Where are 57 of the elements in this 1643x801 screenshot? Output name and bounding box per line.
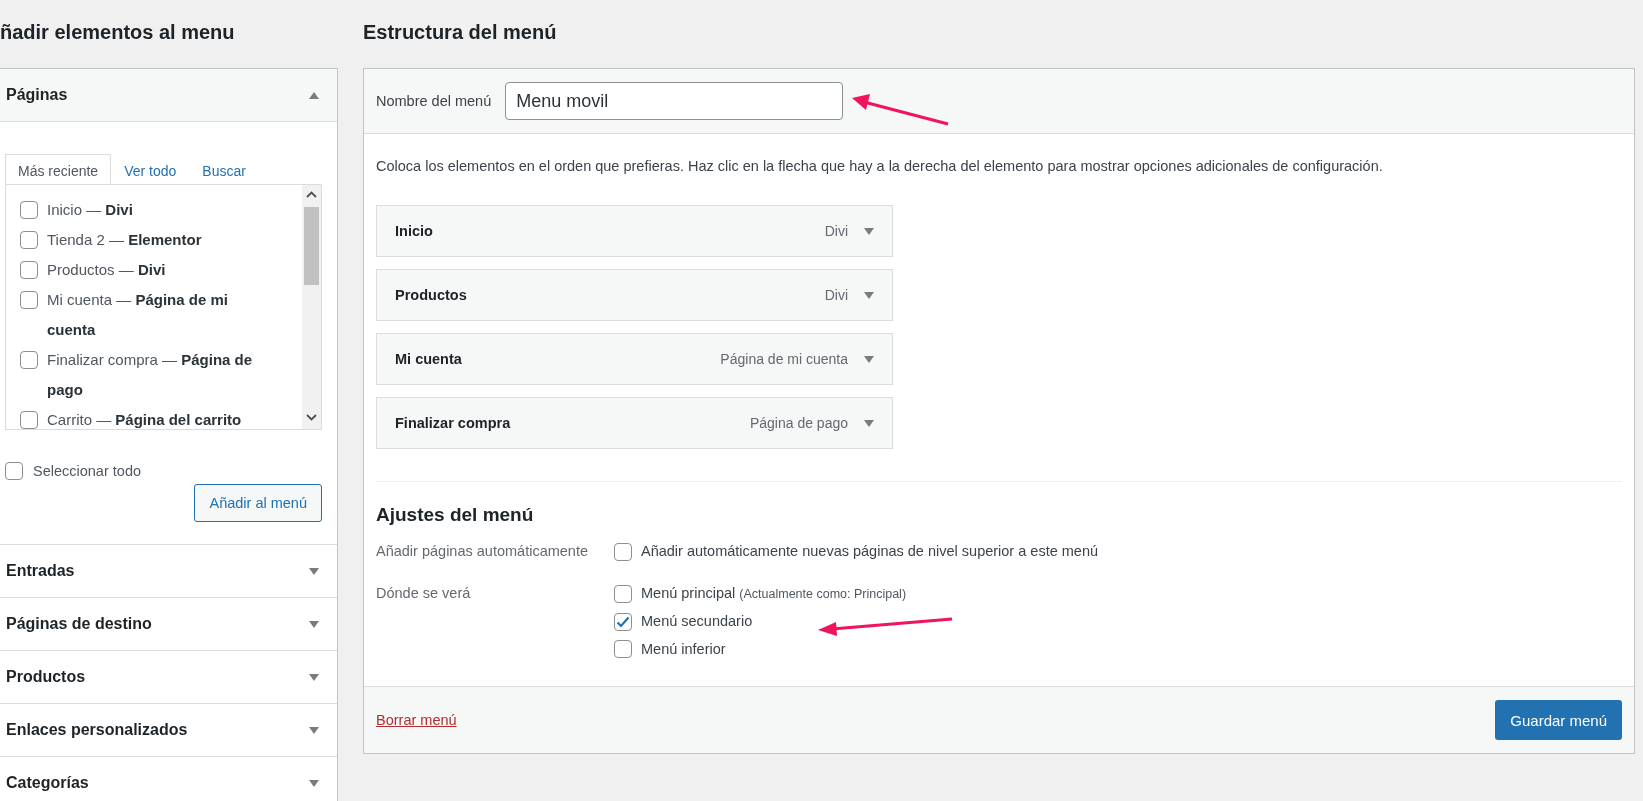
checkbox[interactable] bbox=[614, 542, 632, 561]
page-label: Mi cuenta — Página de mi cuenta bbox=[47, 290, 229, 340]
expand-triangle-icon[interactable] bbox=[864, 227, 874, 235]
accordion-header[interactable]: Entradas bbox=[6, 562, 75, 580]
add-to-menu-button[interactable]: Añadir al menú bbox=[194, 484, 322, 522]
expand-triangle-icon[interactable] bbox=[864, 355, 874, 363]
menu-item[interactable]: Finalizar compra Página de pago bbox=[376, 397, 893, 449]
checkbox[interactable] bbox=[614, 584, 632, 603]
accordion-header[interactable]: Páginas de destino bbox=[6, 615, 152, 633]
scrollbar[interactable] bbox=[302, 185, 321, 429]
menu-item[interactable]: Mi cuenta Página de mi cuenta bbox=[376, 333, 893, 385]
checkbox[interactable] bbox=[20, 201, 38, 219]
page-label: Productos — Divi bbox=[47, 260, 166, 280]
page-label: Tienda 2 — Elementor bbox=[47, 230, 202, 250]
expand-triangle-icon[interactable] bbox=[309, 673, 319, 681]
expand-triangle-icon[interactable] bbox=[309, 620, 319, 628]
settings-title: Ajustes del menú bbox=[376, 504, 535, 526]
checkbox[interactable] bbox=[20, 261, 38, 279]
accordion-header[interactable]: Páginas bbox=[6, 86, 68, 104]
expand-triangle-icon[interactable] bbox=[309, 567, 319, 575]
expand-triangle-icon[interactable] bbox=[864, 419, 874, 427]
page-label: Inicio — Divi bbox=[47, 200, 133, 220]
checkbox[interactable] bbox=[20, 291, 38, 309]
save-menu-button[interactable]: Guardar menú bbox=[1495, 700, 1622, 740]
accordion-header[interactable]: Productos bbox=[6, 668, 86, 686]
scroll-up-icon[interactable] bbox=[306, 191, 317, 198]
menu-name-field[interactable]: Menu movil bbox=[505, 82, 844, 120]
section-title: ñadir elementos al menu bbox=[0, 19, 236, 45]
delete-menu-link[interactable]: Borrar menú bbox=[376, 712, 457, 728]
checkbox[interactable] bbox=[20, 411, 38, 429]
option-label: Añadir automáticamente nuevas páginas de nivel superior a este menú bbox=[641, 542, 1099, 561]
menu-item[interactable]: Productos Divi bbox=[376, 269, 893, 321]
section-title: Estructura del menú bbox=[363, 19, 558, 45]
scroll-down-icon[interactable] bbox=[306, 414, 317, 421]
accordion-header[interactable]: Enlaces personalizados bbox=[6, 721, 188, 739]
page-label: Carrito — Página del carrito bbox=[47, 410, 242, 429]
option-label: Menú principal (Actualmente como: Principal) bbox=[641, 583, 907, 603]
option-label: Menú inferior bbox=[641, 639, 726, 659]
option-label: Menú secundario bbox=[641, 612, 753, 631]
page-label: Finalizar compra — Página de pago bbox=[47, 350, 254, 400]
instructions-text: Coloca los elementos en el orden que prefieras. Haz clic en la flecha que hay a la derecha del elemento para mostrar opciones adicionales de configuración. bbox=[376, 158, 1384, 174]
checkbox[interactable] bbox=[614, 612, 632, 631]
collapse-triangle-icon[interactable] bbox=[309, 91, 319, 99]
accordion-header[interactable]: Categorías bbox=[6, 774, 89, 792]
setting-label: Dónde se verá bbox=[376, 583, 472, 603]
select-all-label: Seleccionar todo bbox=[33, 463, 141, 479]
tab[interactable]: Más reciente bbox=[5, 154, 112, 185]
expand-triangle-icon[interactable] bbox=[864, 291, 874, 299]
checkbox[interactable] bbox=[20, 231, 38, 249]
expand-triangle-icon[interactable] bbox=[309, 726, 319, 734]
menu-item[interactable]: Inicio Divi bbox=[376, 205, 893, 257]
checkbox[interactable] bbox=[614, 640, 632, 659]
expand-triangle-icon[interactable] bbox=[309, 779, 319, 787]
checkbox[interactable] bbox=[20, 351, 38, 369]
setting-label: Añadir páginas automáticamente bbox=[376, 542, 589, 561]
checkbox[interactable] bbox=[5, 462, 23, 480]
field-label: Nombre del menú bbox=[376, 93, 492, 109]
